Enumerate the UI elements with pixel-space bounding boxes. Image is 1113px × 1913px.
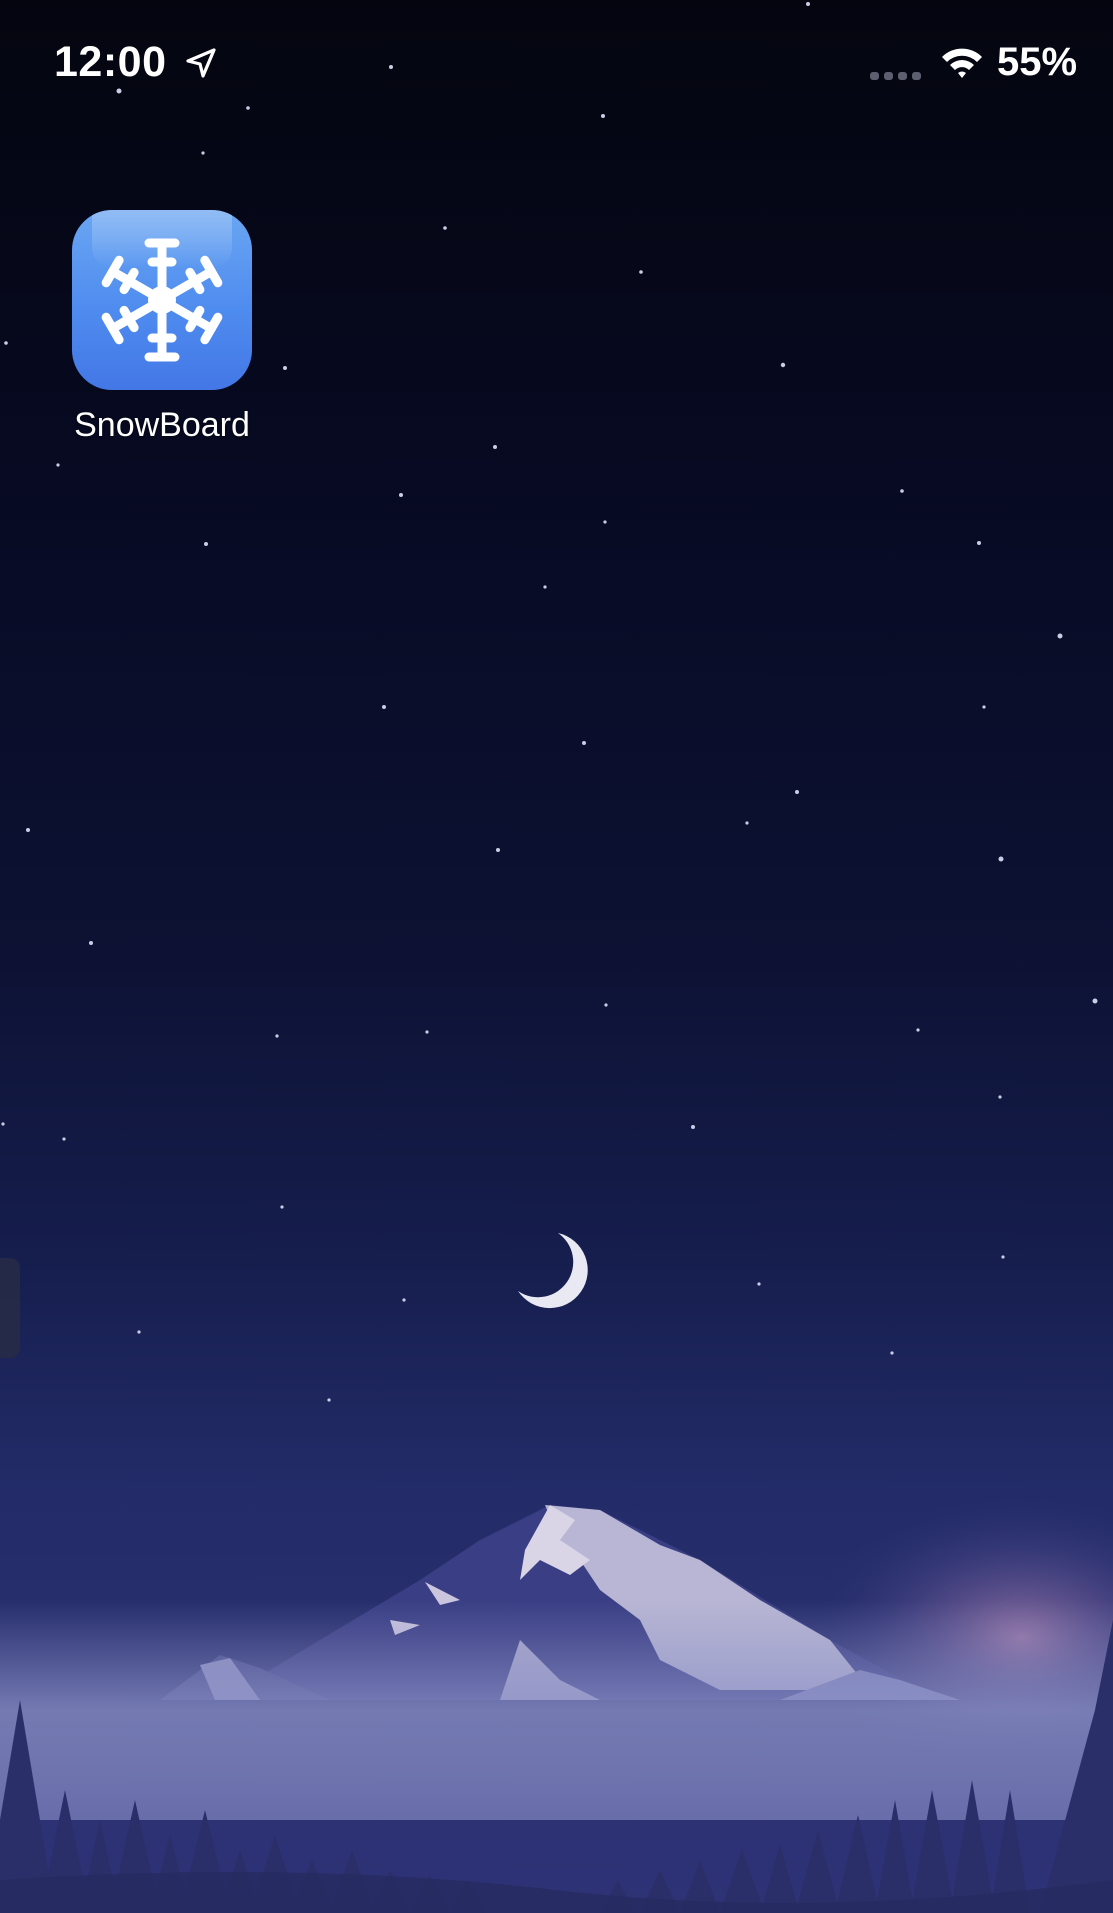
app-label: SnowBoard [74,406,250,444]
app-snowboard[interactable]: SnowBoard [54,210,270,450]
status-bar: 12:00 55% [0,0,1113,130]
snowflake-icon [101,238,223,362]
location-arrow-icon [186,48,216,78]
cellular-signal-icon [870,72,921,80]
snowboard-app-icon[interactable] [72,210,252,390]
home-screen: 12:00 55% SnowBoard [0,0,1113,1913]
wifi-icon [942,48,982,78]
status-time: 12:00 [54,38,167,86]
battery-percentage: 55% [997,40,1078,84]
side-tab-handle[interactable] [0,1258,20,1358]
